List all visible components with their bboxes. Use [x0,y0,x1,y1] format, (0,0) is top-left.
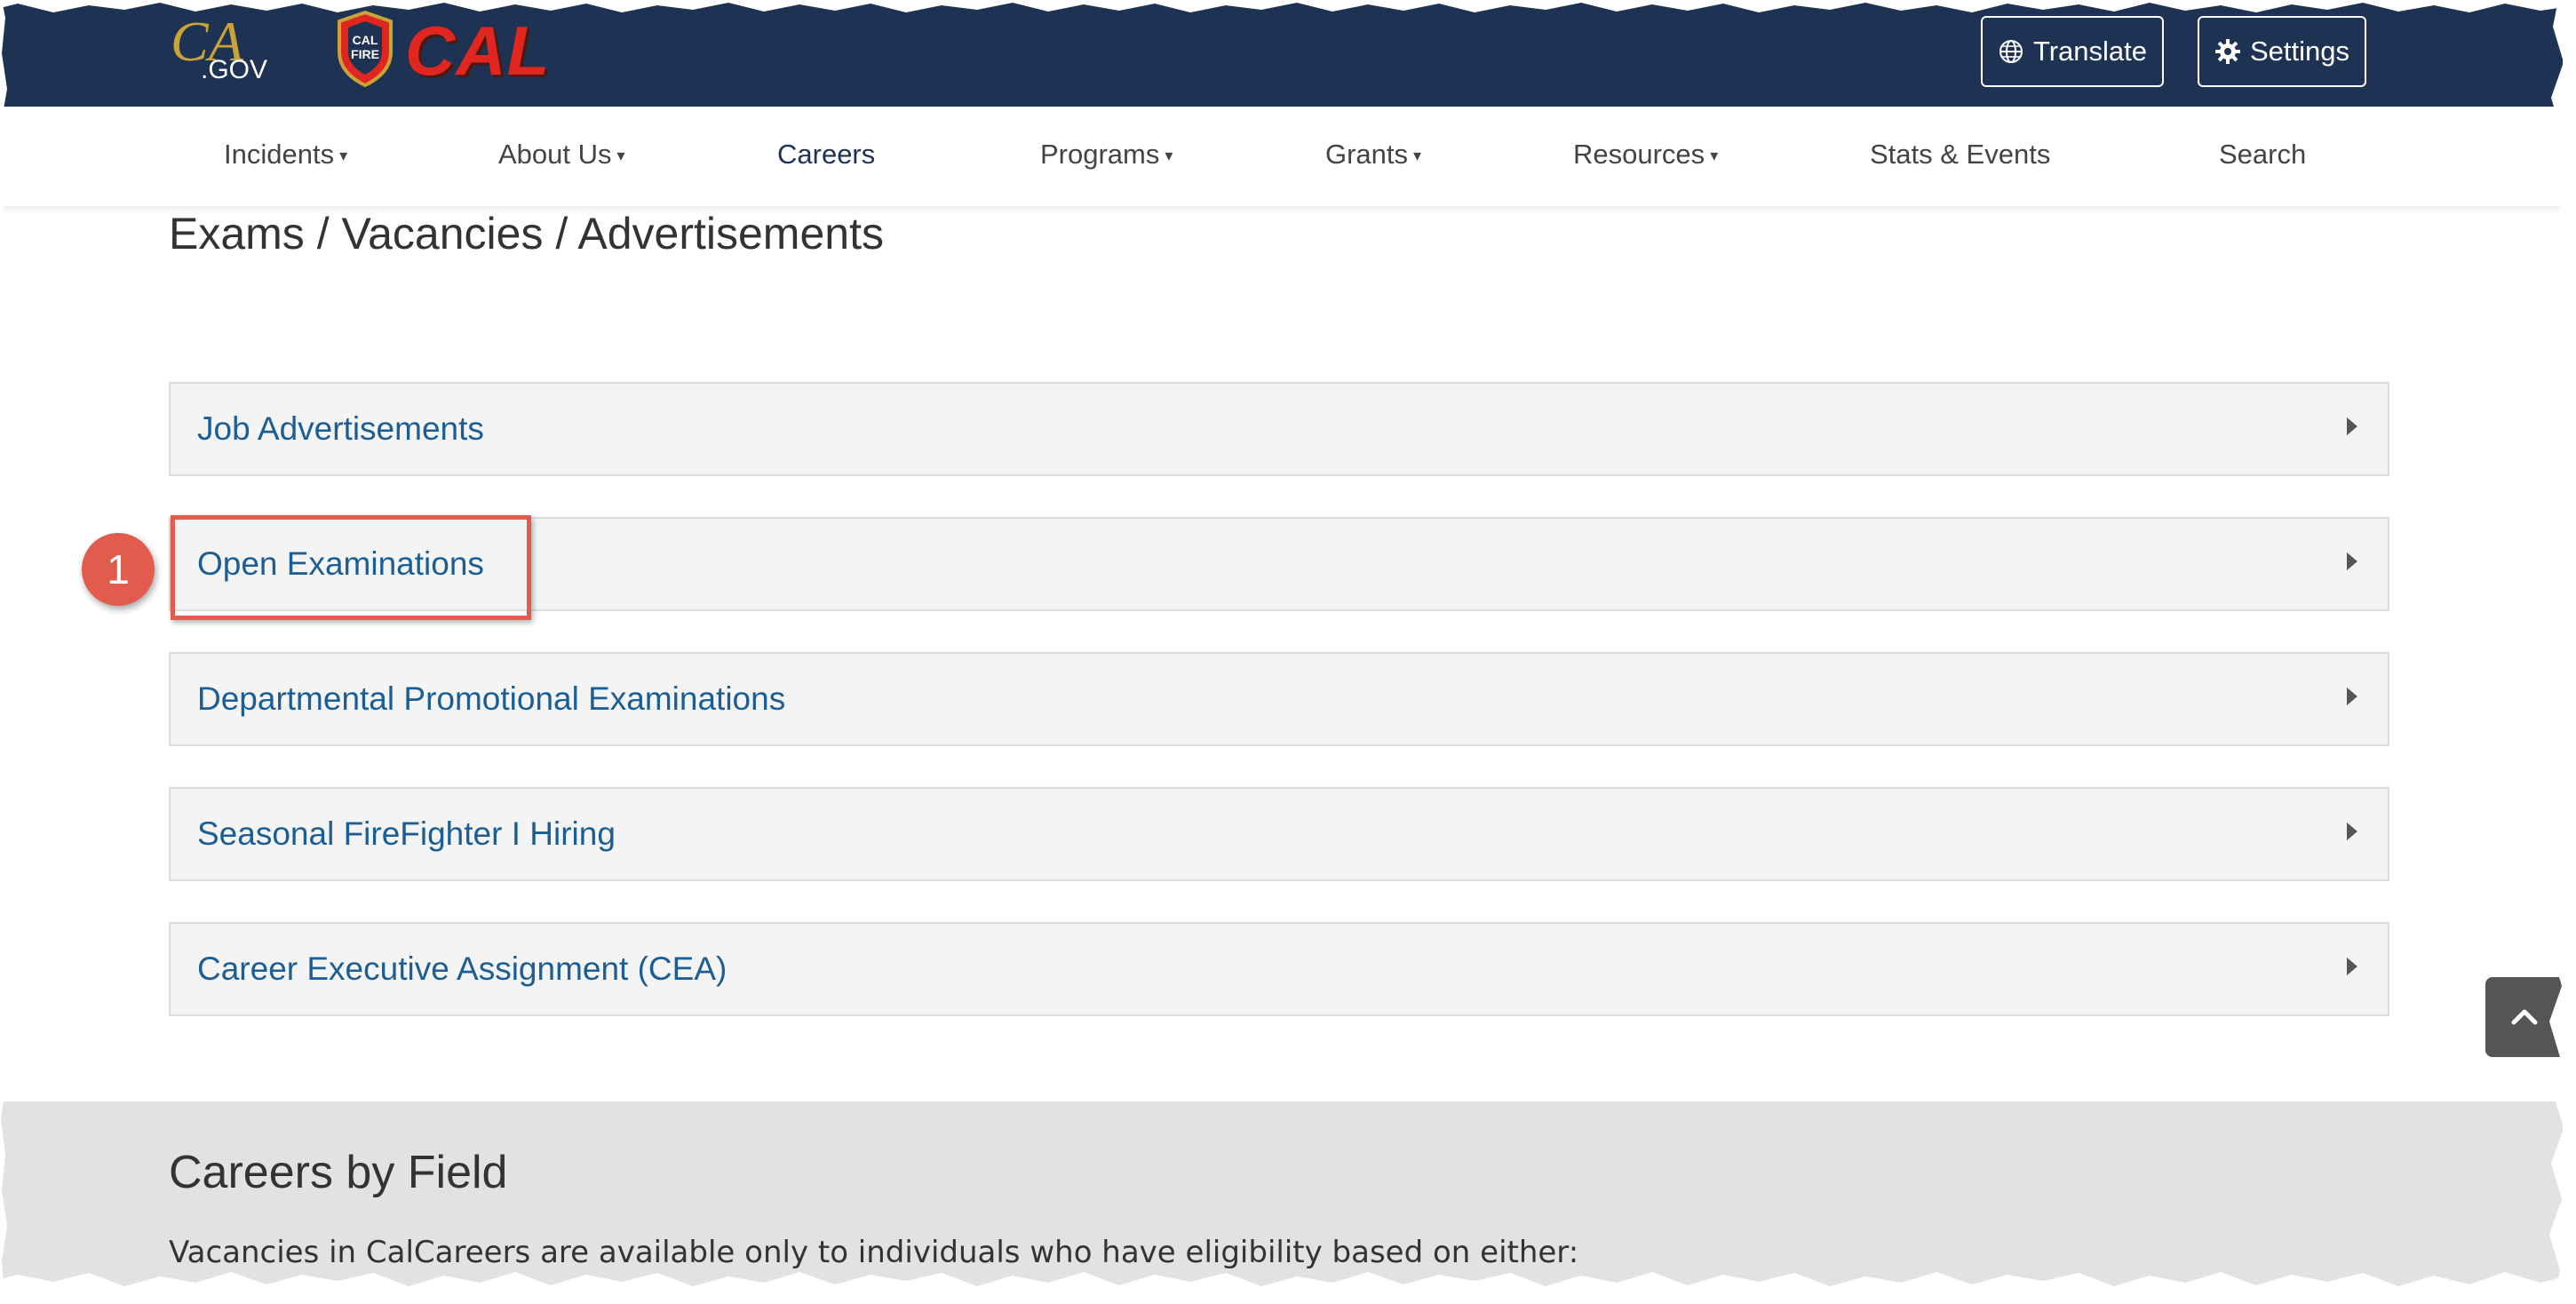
nav-item-programs[interactable]: Programs ▾ [1040,139,1173,171]
caret-down-icon: ▾ [1710,147,1719,165]
accordion-label[interactable]: Job Advertisements [197,410,484,448]
settings-label: Settings [2249,36,2349,67]
caret-down-icon: ▾ [616,147,625,165]
nav-item-incidents[interactable]: Incidents ▾ [224,139,347,171]
accordion-label[interactable]: Departmental Promotional Examinations [197,680,785,718]
caret-down-icon: ▾ [1165,147,1173,165]
careers-by-field-section: Careers by Field Vacancies in CalCareers… [0,1101,2563,1304]
caret-right-icon [2347,958,2357,975]
svg-text:CAL: CAL [353,33,378,47]
page-title: Exams / Vacancies / Advertisements [169,209,884,258]
nav-item-stats-events[interactable]: Stats & Events [1870,139,2050,171]
top-bar: CA .GOV CAL FIRE CAL FIRE Translate [0,0,2563,171]
chevron-up-icon [2511,1009,2538,1025]
accordion-job-advertisements[interactable]: Job Advertisements [169,382,2389,476]
svg-text:FIRE: FIRE [351,47,379,61]
calfire-logo[interactable]: CAL FIRE CAL FIRE [334,9,725,171]
accordion-departmental-promotional-examinations[interactable]: Departmental Promotional Examinations [169,652,2389,746]
caret-right-icon [2347,688,2357,705]
caret-right-icon [2347,553,2357,570]
ca-logo-gov: .GOV [201,55,267,84]
globe-icon [1999,40,2023,63]
nav-item-about-us[interactable]: About Us ▾ [498,139,625,171]
accordion-label[interactable]: Seasonal FireFighter I Hiring [197,815,616,853]
accordion-career-executive-assignment[interactable]: Career Executive Assignment (CEA) [169,922,2389,1016]
nav-item-search[interactable]: Search [2219,139,2306,171]
calfire-badge-icon: CAL FIRE [338,10,393,88]
section-text: Vacancies in CalCareers are available on… [169,1235,1579,1270]
caret-down-icon: ▾ [1413,147,1422,165]
caret-right-icon [2347,823,2357,840]
annotation-step-badge: 1 [82,533,155,606]
caret-down-icon: ▾ [339,147,348,165]
nav-item-grants[interactable]: Grants ▾ [1325,139,1421,171]
accordion-seasonal-firefighter-hiring[interactable]: Seasonal FireFighter I Hiring [169,787,2389,881]
back-to-top-button[interactable] [2485,977,2564,1057]
section-heading: Careers by Field [169,1147,508,1198]
ca-gov-logo[interactable]: CA .GOV [169,7,275,87]
gear-icon [2214,39,2240,64]
main-nav: Incidents ▾ About Us ▾ Careers Programs ▾ G… [0,107,2563,206]
translate-button[interactable]: Translate [1981,16,2164,87]
nav-item-careers[interactable]: Careers [777,139,875,171]
translate-label: Translate [2032,36,2148,67]
nav-item-resources[interactable]: Resources ▾ [1573,139,1718,171]
settings-button[interactable]: Settings [2198,16,2366,87]
annotation-highlight-box [171,515,531,620]
accordion-label[interactable]: Career Executive Assignment (CEA) [197,950,727,988]
caret-right-icon [2347,417,2357,435]
